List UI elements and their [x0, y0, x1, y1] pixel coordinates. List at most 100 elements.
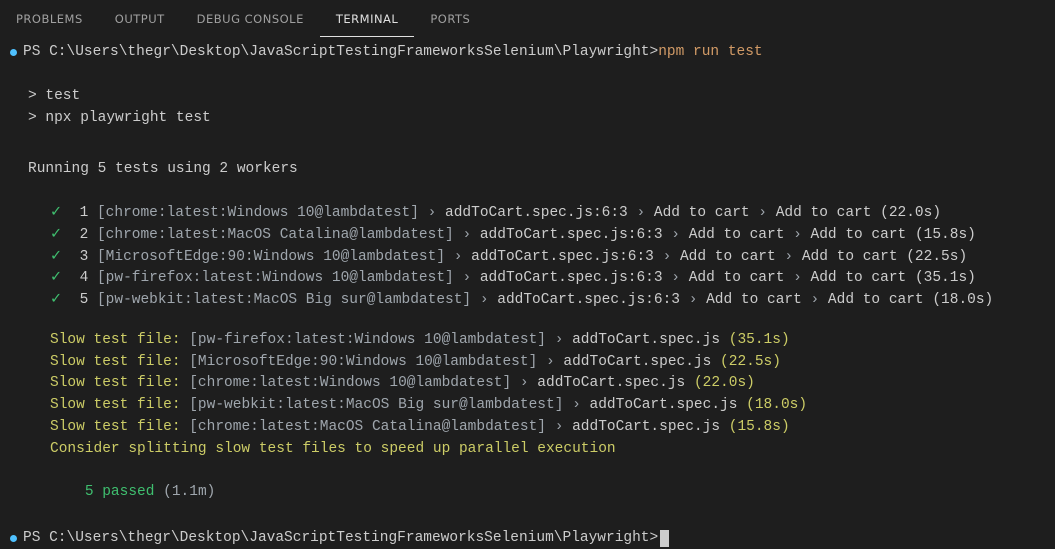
- slow-file: addToCart.spec.js: [572, 332, 720, 348]
- result-line: 5 passed (1.1m): [10, 460, 1045, 525]
- prompt-line-1: PS C:\Users\thegr\Desktop\JavaScriptTest…: [10, 42, 1045, 64]
- test-file: addToCart.spec.js:6:3: [480, 227, 663, 243]
- test-duration: (18.0s): [932, 292, 993, 308]
- separator-icon: ›: [555, 332, 564, 348]
- slow-project: [pw-firefox:latest:Windows 10@lambdatest…: [189, 332, 546, 348]
- check-icon: ✓: [50, 227, 62, 243]
- slow-project: [chrome:latest:MacOS Catalina@lambdatest…: [189, 419, 546, 435]
- slow-file: addToCart.spec.js: [563, 354, 711, 370]
- test-title: Add to cart: [811, 227, 907, 243]
- npm-script-line: > test: [10, 86, 1045, 108]
- test-result-line: ✓ 4 [pw-firefox:latest:Windows 10@lambda…: [10, 268, 1045, 290]
- separator-icon: ›: [671, 227, 680, 243]
- slow-test-line: Slow test file: [pw-firefox:latest:Windo…: [10, 330, 1045, 352]
- test-duration: (22.5s): [906, 249, 967, 265]
- passed-count: 5 passed: [85, 484, 155, 500]
- active-session-icon: [10, 535, 17, 542]
- test-project: [pw-firefox:latest:Windows 10@lambdatest…: [97, 270, 454, 286]
- separator-icon: ›: [758, 205, 767, 221]
- separator-icon: ›: [555, 419, 564, 435]
- test-project: [MicrosoftEdge:90:Windows 10@lambdatest]: [97, 249, 445, 265]
- check-icon: ✓: [50, 292, 62, 308]
- test-index: 2: [80, 227, 89, 243]
- test-file: addToCart.spec.js:6:3: [480, 270, 663, 286]
- test-file: addToCart.spec.js:6:3: [445, 205, 628, 221]
- blank-line: [10, 129, 1045, 151]
- separator-icon: ›: [480, 292, 489, 308]
- slow-label: Slow test file:: [50, 354, 181, 370]
- total-time: (1.1m): [154, 484, 215, 500]
- slow-duration: (15.8s): [729, 419, 790, 435]
- test-title: Add to cart: [776, 205, 872, 221]
- test-suite: Add to cart: [654, 205, 750, 221]
- prompt-text: PS C:\Users\thegr\Desktop\JavaScriptTest…: [23, 528, 658, 549]
- slow-test-line: Slow test file: [chrome:latest:Windows 1…: [10, 373, 1045, 395]
- test-suite: Add to cart: [689, 227, 785, 243]
- tab-ports[interactable]: PORTS: [414, 6, 486, 37]
- test-duration: (35.1s): [915, 270, 976, 286]
- slow-project: [MicrosoftEdge:90:Windows 10@lambdatest]: [189, 354, 537, 370]
- slow-test-line: Slow test file: [chrome:latest:MacOS Cat…: [10, 417, 1045, 439]
- separator-icon: ›: [546, 354, 555, 370]
- slow-duration: (22.0s): [694, 375, 755, 391]
- blank-line: [10, 151, 1045, 159]
- slow-label: Slow test file:: [50, 375, 181, 391]
- consider-message: Consider splitting slow test files to sp…: [10, 439, 1045, 461]
- separator-icon: ›: [671, 270, 680, 286]
- slow-duration: (22.5s): [720, 354, 781, 370]
- slow-project: [chrome:latest:Windows 10@lambdatest]: [189, 375, 511, 391]
- tab-problems[interactable]: PROBLEMS: [0, 6, 99, 37]
- test-result-line: ✓ 1 [chrome:latest:Windows 10@lambdatest…: [10, 203, 1045, 225]
- separator-icon: ›: [793, 227, 802, 243]
- test-result-line: ✓ 3 [MicrosoftEdge:90:Windows 10@lambdat…: [10, 247, 1045, 269]
- test-title: Add to cart: [802, 249, 898, 265]
- test-file: addToCart.spec.js:6:3: [471, 249, 654, 265]
- active-session-icon: [10, 49, 17, 56]
- command-text: npm run test: [658, 42, 762, 64]
- separator-icon: ›: [520, 375, 529, 391]
- slow-label: Slow test file:: [50, 332, 181, 348]
- slow-test-line: Slow test file: [MicrosoftEdge:90:Window…: [10, 352, 1045, 374]
- test-project: [chrome:latest:Windows 10@lambdatest]: [97, 205, 419, 221]
- blank-line: [10, 312, 1045, 330]
- slow-duration: (35.1s): [729, 332, 790, 348]
- test-suite: Add to cart: [689, 270, 785, 286]
- prompt-line-2[interactable]: PS C:\Users\thegr\Desktop\JavaScriptTest…: [10, 528, 1045, 549]
- slow-file: addToCart.spec.js: [590, 397, 738, 413]
- separator-icon: ›: [428, 205, 437, 221]
- test-index: 4: [80, 270, 89, 286]
- panel-tabs: PROBLEMS OUTPUT DEBUG CONSOLE TERMINAL P…: [0, 0, 1055, 38]
- slow-label: Slow test file:: [50, 397, 181, 413]
- test-duration: (15.8s): [915, 227, 976, 243]
- separator-icon: ›: [811, 292, 820, 308]
- test-result-line: ✓ 2 [chrome:latest:MacOS Catalina@lambda…: [10, 225, 1045, 247]
- test-project: [pw-webkit:latest:MacOS Big sur@lambdate…: [97, 292, 471, 308]
- terminal-output[interactable]: PS C:\Users\thegr\Desktop\JavaScriptTest…: [0, 38, 1055, 549]
- test-suite: Add to cart: [680, 249, 776, 265]
- separator-icon: ›: [793, 270, 802, 286]
- separator-icon: ›: [636, 205, 645, 221]
- slow-test-line: Slow test file: [pw-webkit:latest:MacOS …: [10, 395, 1045, 417]
- test-title: Add to cart: [811, 270, 907, 286]
- test-suite: Add to cart: [706, 292, 802, 308]
- test-title: Add to cart: [828, 292, 924, 308]
- tab-output[interactable]: OUTPUT: [99, 6, 181, 37]
- separator-icon: ›: [663, 249, 672, 265]
- test-index: 3: [80, 249, 89, 265]
- check-icon: ✓: [50, 205, 62, 221]
- slow-duration: (18.0s): [746, 397, 807, 413]
- cursor-icon: [660, 530, 669, 547]
- separator-icon: ›: [784, 249, 793, 265]
- tab-terminal[interactable]: TERMINAL: [320, 6, 414, 37]
- blank-line: [10, 64, 1045, 86]
- test-file: addToCart.spec.js:6:3: [497, 292, 680, 308]
- check-icon: ✓: [50, 249, 62, 265]
- test-result-line: ✓ 5 [pw-webkit:latest:MacOS Big sur@lamb…: [10, 290, 1045, 312]
- npm-script-line: > npx playwright test: [10, 108, 1045, 130]
- tab-debug-console[interactable]: DEBUG CONSOLE: [181, 6, 320, 37]
- prompt-text: PS C:\Users\thegr\Desktop\JavaScriptTest…: [23, 42, 658, 64]
- test-index: 1: [80, 205, 89, 221]
- separator-icon: ›: [462, 227, 471, 243]
- slow-project: [pw-webkit:latest:MacOS Big sur@lambdate…: [189, 397, 563, 413]
- separator-icon: ›: [572, 397, 581, 413]
